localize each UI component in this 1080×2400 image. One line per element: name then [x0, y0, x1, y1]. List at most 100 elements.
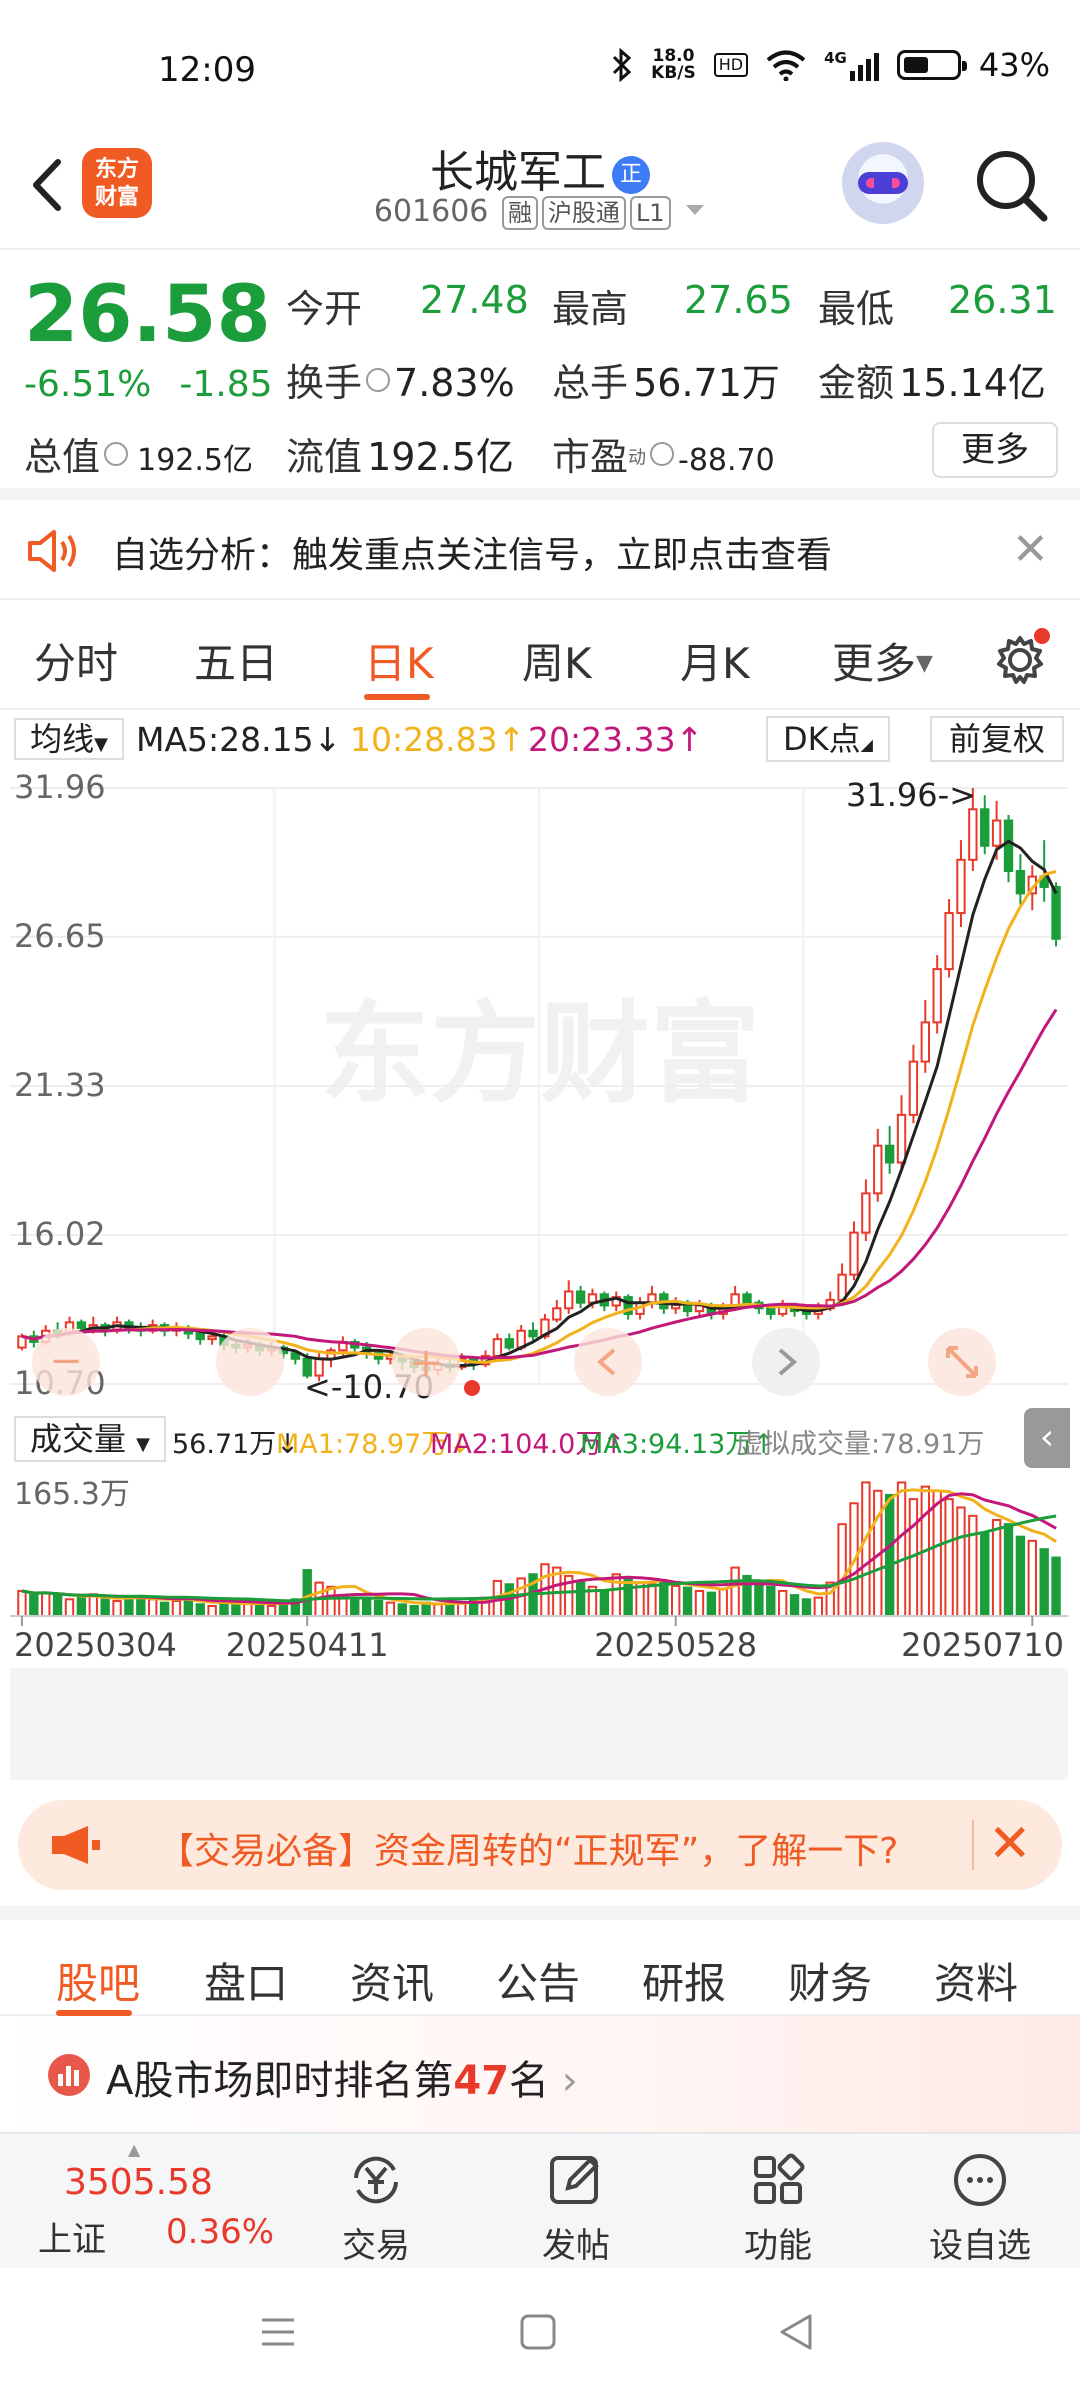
- post-button[interactable]: 发帖: [506, 2148, 646, 2267]
- tab-announcements[interactable]: 公告: [496, 1950, 580, 2011]
- functions-button[interactable]: 功能: [708, 2148, 848, 2267]
- trade-button[interactable]: 交易: [306, 2148, 446, 2267]
- tab-five-day[interactable]: 五日: [194, 630, 278, 691]
- vol-ma1-text: MA1:78.97万: [276, 1429, 449, 1460]
- kline-chart-area[interactable]: 东方财富 31.9626.6521.3316.0210.70 31.96-> <…: [10, 766, 1068, 1406]
- add-watchlist-button[interactable]: 设自选: [910, 2148, 1050, 2267]
- close-icon[interactable]: ✕: [988, 1816, 1032, 1872]
- turnover-field[interactable]: 换手 7.83%: [286, 352, 515, 407]
- open-value: 27.48: [420, 278, 529, 322]
- candle-up: [920, 1021, 930, 1063]
- volume-bar-up: [968, 1514, 978, 1617]
- volume-bar-down: [1039, 1548, 1049, 1617]
- tab-intraday[interactable]: 分时: [34, 630, 118, 691]
- quote-panel: 26.58 -6.51% -1.85 今开 27.48 最高 27.65 最低 2…: [0, 252, 1080, 500]
- analysis-alert[interactable]: 自选分析：触发重点关注信号，立即点击查看 ✕: [0, 500, 1080, 600]
- signal-type: 4G: [824, 49, 847, 67]
- turnover-label: 换手: [286, 361, 363, 405]
- index-value[interactable]: 3505.58: [64, 2162, 213, 2203]
- candle-down: [195, 1332, 205, 1341]
- candle-down: [575, 1290, 586, 1304]
- mktcap-label: 总值: [24, 435, 101, 479]
- volume-bar-up: [41, 1591, 51, 1618]
- ma20-text: 20:23.33: [528, 720, 676, 759]
- candle-up: [896, 1113, 907, 1164]
- volume-chart-area[interactable]: 165.3万 20250304 20250411 20250528 20250710: [10, 1470, 1068, 1780]
- index-pct[interactable]: 0.36%: [166, 2212, 274, 2252]
- amount-field: 金额 15.14亿: [818, 352, 1046, 407]
- volume-select[interactable]: 成交量 ▼: [14, 1416, 166, 1462]
- candle-down: [742, 1293, 752, 1304]
- tab-research[interactable]: 研报: [642, 1950, 726, 2011]
- tab-daily-k[interactable]: 日K: [364, 630, 434, 691]
- settings-gear-icon[interactable]: [990, 626, 1054, 690]
- ma10-value: 10:28.83↑: [350, 720, 525, 759]
- corner-icon: ◢: [860, 735, 873, 754]
- volume-bar-down: [302, 1569, 312, 1617]
- market-rank-banner[interactable]: A股市场即时排名第47名 ›: [0, 2016, 1080, 2132]
- stock-code: 601606: [373, 194, 489, 229]
- volume-bar-down: [409, 1604, 419, 1618]
- menu-icon[interactable]: [258, 2312, 298, 2352]
- candle-up: [207, 1335, 217, 1341]
- robot-assistant-icon[interactable]: [842, 142, 924, 224]
- volume-bar-up: [861, 1481, 871, 1617]
- pe-field[interactable]: 市盈动 -88.70: [552, 426, 775, 481]
- high-value: 27.65: [684, 278, 793, 322]
- volume-chart[interactable]: 165.3万 20250304 20250411 20250528 20250710: [10, 1470, 1068, 1780]
- tab-weekly-k[interactable]: 周K: [522, 630, 592, 691]
- hd-icon: HD: [713, 53, 749, 77]
- system-nav-bar: [0, 2268, 1080, 2400]
- volume-bar-up: [837, 1523, 847, 1617]
- candle-up: [991, 819, 1002, 847]
- ma-select-label: 均线: [30, 720, 95, 758]
- tab-more[interactable]: 更多▼: [832, 630, 933, 691]
- volume-bar-down: [801, 1598, 812, 1617]
- tab-profile[interactable]: 资料: [934, 1950, 1018, 2011]
- dk-point-button[interactable]: DK点◢: [766, 716, 890, 762]
- tab-order-book[interactable]: 盘口: [204, 1950, 288, 2011]
- floatcap-value: 192.5亿: [367, 435, 514, 479]
- mktcap-field[interactable]: 总值 192.5亿: [24, 426, 253, 481]
- promo-banner[interactable]: 【交易必备】资金周转的“正规军”，了解一下? ✕: [18, 1800, 1062, 1890]
- candle-up: [861, 1192, 871, 1234]
- volume-bar-up: [671, 1584, 681, 1618]
- prev-button[interactable]: [574, 1328, 642, 1396]
- back-triangle-icon[interactable]: [776, 2312, 816, 2352]
- x-tick-label: 20250710: [901, 1626, 1064, 1664]
- home-square-icon[interactable]: [518, 2312, 558, 2352]
- kline-chart[interactable]: 东方财富 31.9626.6521.3316.0210.70 31.96-> <…: [10, 766, 1068, 1406]
- collapse-panel-button[interactable]: ‹: [1024, 1408, 1070, 1468]
- ma-select[interactable]: 均线▼: [14, 718, 124, 760]
- volume-bar-up: [433, 1603, 443, 1618]
- chevron-left-icon: ‹: [1039, 1417, 1055, 1458]
- tag-connect: 沪股通: [541, 196, 626, 230]
- search-icon[interactable]: [972, 146, 1052, 226]
- volume-bar-down: [789, 1594, 800, 1617]
- open-label: 今开: [286, 287, 363, 331]
- tab-more-label: 更多: [832, 639, 917, 688]
- volume-bar-down: [980, 1531, 990, 1617]
- tab-finance[interactable]: 财务: [788, 1950, 872, 2011]
- candle-up: [552, 1307, 562, 1321]
- volume-label: 总手: [552, 361, 629, 405]
- volume-bar-down: [76, 1596, 87, 1617]
- volume-bar-down: [350, 1596, 360, 1617]
- next-button[interactable]: [752, 1328, 820, 1396]
- tag-level: L1: [629, 196, 671, 230]
- tab-news[interactable]: 资讯: [350, 1950, 434, 2011]
- close-icon[interactable]: ✕: [1012, 528, 1049, 572]
- candle-down: [504, 1338, 514, 1349]
- pan-left-button[interactable]: [216, 1328, 284, 1396]
- volume-value: 56.71万: [633, 361, 780, 405]
- tab-forum[interactable]: 股吧: [56, 1950, 140, 2011]
- info-tabs: 股吧 盘口 资讯 公告 研报 财务 资料: [0, 1906, 1080, 2016]
- arrow-up-icon: ↑: [497, 720, 526, 759]
- more-quote-button[interactable]: 更多: [932, 422, 1058, 478]
- amount-value: 15.14亿: [899, 361, 1046, 405]
- ma20-value: 20:23.33↑: [528, 720, 703, 759]
- index-name[interactable]: 上证: [38, 2212, 106, 2261]
- volume-bar-up: [956, 1506, 966, 1617]
- tab-monthly-k[interactable]: 月K: [680, 630, 750, 691]
- adjust-button[interactable]: 前复权: [930, 716, 1064, 762]
